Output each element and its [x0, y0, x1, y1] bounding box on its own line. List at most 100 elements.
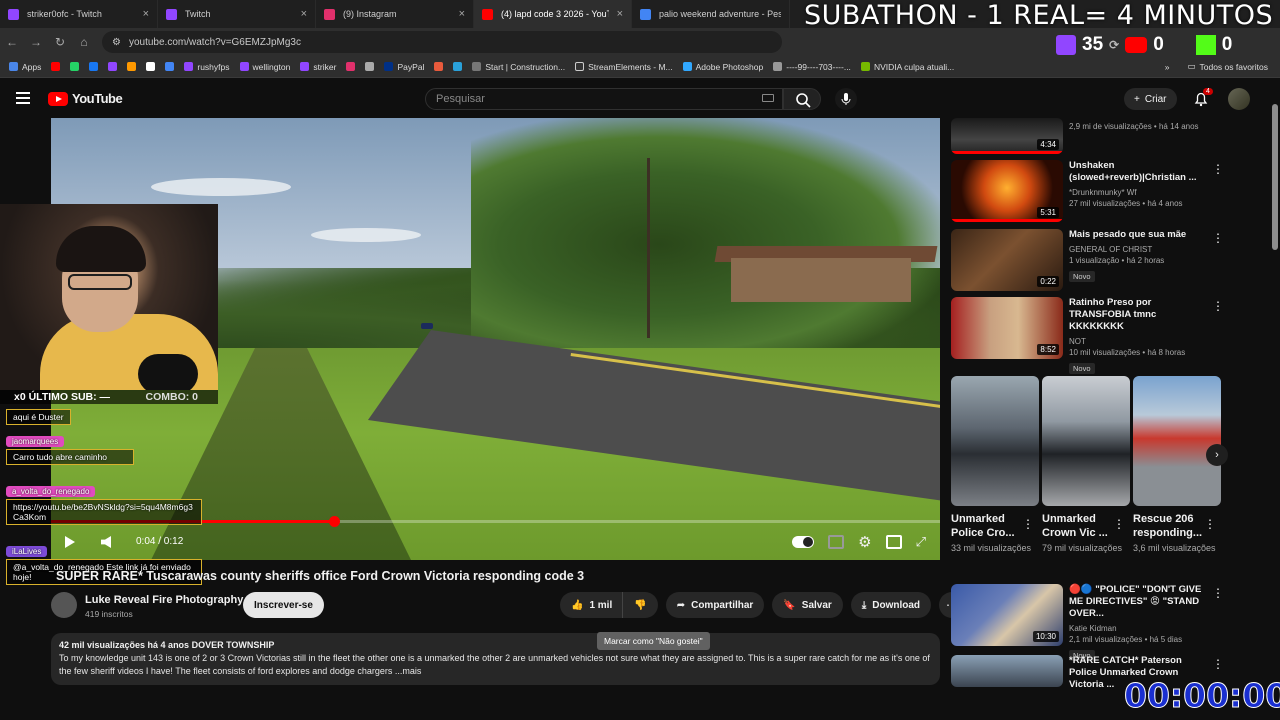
like-button[interactable]: 👍 1 mil — [560, 592, 623, 618]
bookmark-label: ----99----703----... — [786, 61, 851, 72]
reload-icon[interactable]: ↻ — [48, 35, 72, 49]
bookmark-rushyfps[interactable]: rushyfps — [179, 62, 234, 72]
bookmark-item[interactable]: ----99----703----... — [768, 62, 856, 72]
video-thumbnail[interactable]: 5:31 — [951, 160, 1063, 222]
menu-icon[interactable] — [16, 92, 30, 104]
more-vert-icon[interactable]: ⋮ — [1022, 517, 1034, 531]
search-input[interactable]: Pesquisar — [425, 88, 783, 110]
bookmark-construction[interactable]: Start | Construction... — [467, 62, 570, 72]
bookmark-striker[interactable]: striker — [295, 62, 341, 72]
forward-icon[interactable]: → — [24, 35, 48, 49]
browser-tab[interactable]: striker0ofc - Twitch × — [0, 0, 158, 28]
miniplayer-icon[interactable] — [885, 535, 902, 549]
keyboard-icon[interactable] — [762, 94, 774, 102]
twitch-count: 35 — [1082, 34, 1104, 55]
chat-text: Carro tudo abre caminho — [6, 449, 134, 465]
home-icon[interactable]: ⌂ — [72, 35, 96, 49]
recommended-video[interactable]: 10:30 🔴🔵 "POLICE" "DON'T GIVE ME DIRECTI… — [951, 584, 1209, 663]
download-button[interactable]: ⤓ Download — [850, 592, 932, 618]
bookmark-paypal[interactable]: PayPal — [379, 62, 429, 72]
channel-avatar[interactable] — [51, 592, 77, 618]
site-info-icon[interactable]: ⚙ — [112, 37, 121, 48]
save-button[interactable]: 🔖 Salvar — [772, 592, 843, 618]
bookmark-item[interactable] — [46, 62, 65, 71]
video-title[interactable]: Unshaken (slowed+reverb)|Christian ... — [1069, 160, 1209, 184]
browser-tab[interactable]: palio weekend adventure - Pes — [632, 0, 790, 28]
short-thumbnail[interactable] — [1133, 376, 1221, 506]
bookmark-item[interactable] — [429, 62, 448, 71]
video-info: Mais pesado que sua mãe GENERAL OF CHRIS… — [1069, 229, 1209, 291]
video-thumbnail[interactable]: 8:52 — [951, 297, 1063, 359]
subtitles-icon[interactable] — [828, 535, 845, 549]
youtube-logo[interactable]: YouTube — [48, 91, 123, 106]
all-bookmarks[interactable]: » ▭ Todos os favoritos — [1165, 61, 1276, 72]
browser-tab-active[interactable]: (4) lapd code 3 2026 - YouTube × — [474, 0, 632, 28]
bookmark-item[interactable] — [65, 62, 84, 71]
channel-name[interactable]: Luke Reveal Fire Photography — [85, 594, 243, 606]
video-title[interactable]: Ratinho Preso por TRANSFOBIA tmnc KKKKKK… — [1069, 297, 1209, 333]
close-icon[interactable]: × — [301, 8, 307, 20]
bookmark-item[interactable] — [360, 62, 379, 71]
bookmark-item[interactable] — [122, 62, 141, 71]
search-button[interactable] — [783, 88, 821, 110]
recommended-video[interactable]: 0:22 Mais pesado que sua mãe GENERAL OF … — [951, 229, 1209, 291]
bookmark-item[interactable] — [341, 62, 360, 71]
close-icon[interactable]: × — [617, 8, 623, 20]
dislike-button[interactable]: 👎 — [622, 592, 658, 618]
next-arrow-button[interactable]: › — [1206, 444, 1228, 466]
video-frame-car — [421, 323, 433, 329]
bookmark-item[interactable] — [141, 62, 160, 71]
browser-tab[interactable]: Twitch × — [158, 0, 316, 28]
scrollbar[interactable] — [1272, 104, 1278, 250]
avatar[interactable] — [1228, 88, 1250, 110]
fullscreen-icon[interactable]: ⤢ — [916, 534, 926, 550]
more-vert-icon[interactable]: ⋮ — [1212, 586, 1224, 600]
more-vert-icon[interactable]: ⋮ — [1212, 162, 1224, 176]
folder-icon: ▭ — [1187, 61, 1196, 71]
browser-tab[interactable]: (9) Instagram × — [316, 0, 474, 28]
bookmark-wellington[interactable]: wellington — [235, 62, 296, 72]
more-vert-icon[interactable]: ⋮ — [1204, 517, 1216, 531]
recommended-video[interactable]: 5:31 Unshaken (slowed+reverb)|Christian … — [951, 160, 1209, 222]
more-vert-icon[interactable]: ⋮ — [1212, 299, 1224, 313]
bookmark-nvidia[interactable]: NVIDIA culpa atuali... — [856, 62, 959, 72]
bookmark-item[interactable] — [103, 62, 122, 71]
more-vert-icon[interactable]: ⋮ — [1212, 231, 1224, 245]
new-badge: Novo — [1069, 363, 1095, 374]
back-icon[interactable]: ← — [0, 35, 24, 49]
mic-button[interactable] — [835, 88, 857, 110]
bookmark-streamelements[interactable]: StreamElements - M... — [570, 62, 678, 72]
video-meta: GENERAL OF CHRIST 1 visualização • há 2 … — [1069, 245, 1165, 265]
progress-scrubber[interactable] — [328, 516, 340, 527]
subscribe-button[interactable]: Inscrever-se — [243, 592, 324, 618]
video-info: Ratinho Preso por TRANSFOBIA tmnc KKKKKK… — [1069, 297, 1209, 376]
bookmark-item[interactable] — [448, 62, 467, 71]
create-button[interactable]: + Criar — [1124, 88, 1177, 110]
autoplay-toggle[interactable] — [792, 536, 815, 548]
recommended-video[interactable]: 8:52 Ratinho Preso por TRANSFOBIA tmnc K… — [951, 297, 1209, 376]
bookmark-item[interactable] — [160, 62, 179, 71]
recommended-video[interactable]: 4:34 2,9 mi de visualizações • há 14 ano… — [951, 118, 1209, 154]
bookmark-item[interactable] — [84, 62, 103, 71]
bookmark-photoshop[interactable]: Adobe Photoshop — [678, 62, 769, 72]
video-thumbnail[interactable] — [951, 655, 1063, 687]
video-thumbnail[interactable]: 4:34 — [951, 118, 1063, 154]
chat-username: a_volta_do_renegado — [6, 486, 96, 497]
video-thumbnail[interactable]: 10:30 — [951, 584, 1063, 646]
close-icon[interactable]: × — [143, 8, 149, 20]
short-thumbnail[interactable] — [951, 376, 1039, 506]
description-box[interactable]: 42 mil visualizações há 4 anos DOVER TOW… — [51, 633, 940, 685]
paypal-icon — [384, 62, 394, 71]
video-thumbnail[interactable]: 0:22 — [951, 229, 1063, 291]
close-icon[interactable]: × — [459, 8, 465, 20]
bookmark-apps[interactable]: Apps — [4, 62, 46, 72]
more-vert-icon[interactable]: ⋮ — [1212, 657, 1224, 671]
bookmark-label: Start | Construction... — [485, 61, 566, 72]
video-title[interactable]: 🔴🔵 "POLICE" "DON'T GIVE ME DIRECTIVES" 😡… — [1069, 584, 1209, 620]
short-thumbnail[interactable] — [1042, 376, 1130, 506]
settings-icon[interactable]: ⚙ — [858, 533, 871, 551]
share-button[interactable]: ➦ Compartilhar — [665, 592, 765, 618]
url-field[interactable]: ⚙ youtube.com/watch?v=G6EMZJpMg3c — [102, 31, 782, 53]
more-vert-icon[interactable]: ⋮ — [1113, 517, 1125, 531]
video-title[interactable]: Mais pesado que sua mãe — [1069, 229, 1209, 241]
